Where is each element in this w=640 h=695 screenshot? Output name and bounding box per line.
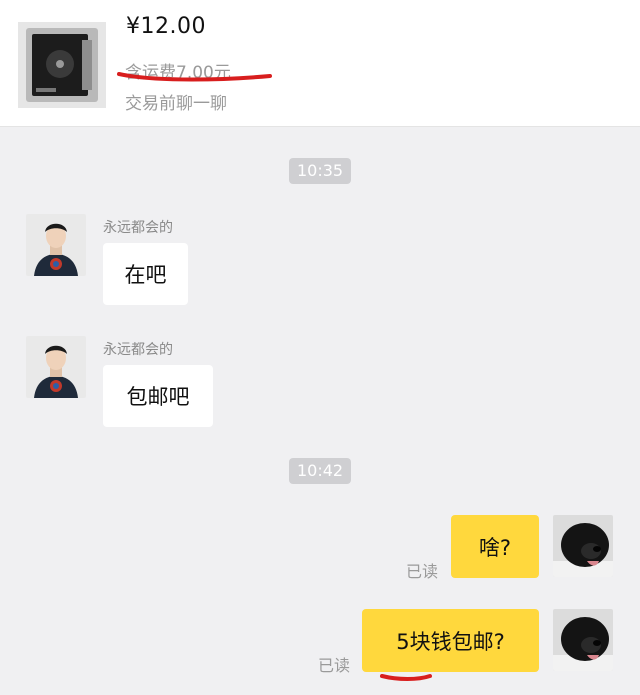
message-bubble[interactable]: 啥? <box>451 515 539 578</box>
timestamp: 10:35 <box>289 158 352 184</box>
avatar[interactable] <box>553 609 613 671</box>
avatar[interactable] <box>553 515 613 577</box>
message-bubble[interactable]: 5块钱包邮? <box>362 609 539 672</box>
product-price: ¥12.00 <box>126 14 206 39</box>
shipping-fee: 含运费7.00元 <box>125 63 231 83</box>
sender-name: 永远都会的 <box>103 220 173 236</box>
message-bubble[interactable]: 在吧 <box>103 243 188 305</box>
product-header[interactable]: ¥12.00 含运费7.00元 交易前聊一聊 <box>0 0 640 127</box>
avatar[interactable] <box>26 336 86 398</box>
message-bubble[interactable]: 包邮吧 <box>103 365 213 427</box>
timestamp: 10:42 <box>289 458 352 484</box>
trade-chat-hint: 交易前聊一聊 <box>125 94 227 114</box>
product-image[interactable] <box>18 22 106 108</box>
avatar[interactable] <box>26 214 86 276</box>
read-status: 已读 <box>318 656 351 675</box>
sender-name: 永远都会的 <box>103 342 173 358</box>
read-status: 已读 <box>406 562 439 581</box>
